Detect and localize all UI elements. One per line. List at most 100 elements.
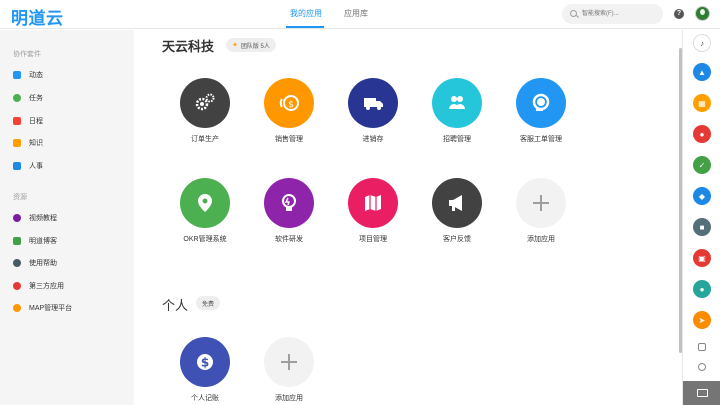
app-tile-customer-service[interactable]: 客服工单管理 <box>503 78 579 158</box>
app-logo[interactable]: 明道云 <box>11 4 64 29</box>
sidebar-item-label: 第三方应用 <box>29 283 64 290</box>
app-tile-okr[interactable]: OKR管理系统 <box>167 178 243 258</box>
sidebar-item-help[interactable]: 使用帮助 <box>13 256 128 270</box>
blog-icon <box>13 237 21 245</box>
top-bar: 明道云 我的应用 应用库 ? <box>0 0 720 29</box>
app-label: 客户反馈 <box>443 236 471 243</box>
sidebar-item-hr[interactable]: 人事 <box>13 159 128 173</box>
sidebar-item-label: 动态 <box>29 72 43 79</box>
search-box[interactable] <box>562 4 663 24</box>
sidebar-item-label: 视频教程 <box>29 215 57 222</box>
feed-icon <box>13 71 21 79</box>
notify-icon[interactable]: ◆ <box>693 187 711 205</box>
bulb-icon <box>264 178 314 228</box>
sidebar-item-knowledge[interactable]: 知识 <box>13 136 128 150</box>
map-fold-icon <box>348 178 398 228</box>
section-title-resources: 资源 <box>13 194 27 201</box>
briefcase-icon[interactable]: ■ <box>693 218 711 236</box>
app-tile-inventory[interactable]: 进销存 <box>335 78 411 158</box>
app-label: 招聘管理 <box>443 136 471 143</box>
calendar-icon[interactable]: ▣ <box>693 249 711 267</box>
app-label: 销售管理 <box>275 136 303 143</box>
section-title-suite: 协作套件 <box>13 51 41 58</box>
gears-icon <box>180 78 230 128</box>
app-label: 添加应用 <box>527 236 555 243</box>
help-icon[interactable]: ? <box>674 9 684 19</box>
svg-text:$: $ <box>201 356 209 370</box>
main-content: 天云科技 ✦ 团队版 5人 订单生产 $ 销售管理 进销存 招聘管理 客服工单管… <box>134 30 682 405</box>
card-icon <box>696 389 708 397</box>
sidebar-item-map[interactable]: MAP管理平台 <box>13 301 128 315</box>
folder-icon <box>13 139 21 147</box>
sidebar-item-label: MAP管理平台 <box>29 305 73 312</box>
team-icon[interactable]: ● <box>693 125 711 143</box>
sidebar-item-label: 任务 <box>29 95 43 102</box>
app-label: 个人记账 <box>191 395 219 402</box>
grid-icon[interactable]: ▦ <box>693 94 711 112</box>
group-title-team: 天云科技 <box>162 39 215 54</box>
active-tab-indicator <box>286 26 324 28</box>
app-tile-recruiting[interactable]: 招聘管理 <box>419 78 495 158</box>
app-tile-order-production[interactable]: 订单生产 <box>167 78 243 158</box>
sidebar-item-video[interactable]: 视频教程 <box>13 211 128 225</box>
sidebar-item-label: 知识 <box>29 140 43 147</box>
svg-text:$: $ <box>288 100 294 110</box>
org-icon[interactable]: ▲ <box>693 63 711 81</box>
coins-icon: $ <box>264 78 314 128</box>
app-label: OKR管理系统 <box>183 236 227 243</box>
truck-icon <box>348 78 398 128</box>
sidebar-item-third-party[interactable]: 第三方应用 <box>13 279 128 293</box>
headset-icon <box>516 78 566 128</box>
sidebar-item-label: 人事 <box>29 163 43 170</box>
contacts-icon[interactable] <box>698 343 706 351</box>
map-icon <box>13 304 21 312</box>
app-tile-project[interactable]: 项目管理 <box>335 178 411 258</box>
app-label: 订单生产 <box>191 136 219 143</box>
app-tile-software-dev[interactable]: 软件研发 <box>251 178 327 258</box>
sidebar-item-label: 使用帮助 <box>29 260 57 267</box>
rocket-icon: ✦ <box>232 42 238 49</box>
search-input[interactable] <box>582 8 658 20</box>
free-badge: 免费 <box>196 296 221 310</box>
sidebar-item-calendar[interactable]: 日程 <box>13 114 128 128</box>
app-label: 软件研发 <box>275 236 303 243</box>
app-tile-personal-accounting[interactable]: $ 个人记账 <box>167 337 243 405</box>
plus-icon <box>516 178 566 228</box>
free-badge-label: 免费 <box>202 301 215 308</box>
hr-icon <box>13 162 21 170</box>
sidebar-item-label: 日程 <box>29 118 43 125</box>
app-label: 客服工单管理 <box>520 136 562 143</box>
chat-icon[interactable] <box>698 363 706 371</box>
right-rail: ♪ ▲ ▦ ● ✓ ◆ ■ ▣ ● ➤ <box>682 30 720 405</box>
plan-badge-label: 团队版 5人 <box>240 43 270 50</box>
people-icon <box>432 78 482 128</box>
calendar-icon <box>13 117 21 125</box>
send-icon[interactable]: ➤ <box>693 311 711 329</box>
sidebar-item-task[interactable]: 任务 <box>13 91 128 105</box>
app-label: 添加应用 <box>275 395 303 402</box>
plan-badge[interactable]: ✦ 团队版 5人 <box>226 38 276 52</box>
dollar-icon: $ <box>180 337 230 387</box>
task-icon <box>13 94 21 102</box>
check-icon[interactable]: ✓ <box>693 156 711 174</box>
group-icon[interactable]: ● <box>693 280 711 298</box>
sidebar-item-feed[interactable]: 动态 <box>13 68 128 82</box>
avatar[interactable] <box>695 6 710 21</box>
app-tile-add-app-personal[interactable]: 添加应用 <box>251 337 327 405</box>
megaphone-icon <box>432 178 482 228</box>
location-icon <box>180 178 230 228</box>
rail-toggle-button[interactable] <box>683 381 720 405</box>
app-tile-sales[interactable]: $ 销售管理 <box>251 78 327 158</box>
app-label: 进销存 <box>362 136 384 143</box>
bell-icon[interactable]: ♪ <box>693 34 711 52</box>
group-title-personal: 个人 <box>162 298 189 313</box>
app-label: 项目管理 <box>359 236 387 243</box>
sidebar-item-blog[interactable]: 明道博客 <box>13 234 128 248</box>
search-icon <box>570 10 577 17</box>
tab-app-library[interactable]: 应用库 <box>344 8 368 19</box>
app-tile-feedback[interactable]: 客户反馈 <box>419 178 495 258</box>
tab-my-apps[interactable]: 我的应用 <box>290 8 322 19</box>
video-icon <box>13 214 21 222</box>
app-tile-add-app[interactable]: 添加应用 <box>503 178 579 258</box>
help-icon <box>13 259 21 267</box>
